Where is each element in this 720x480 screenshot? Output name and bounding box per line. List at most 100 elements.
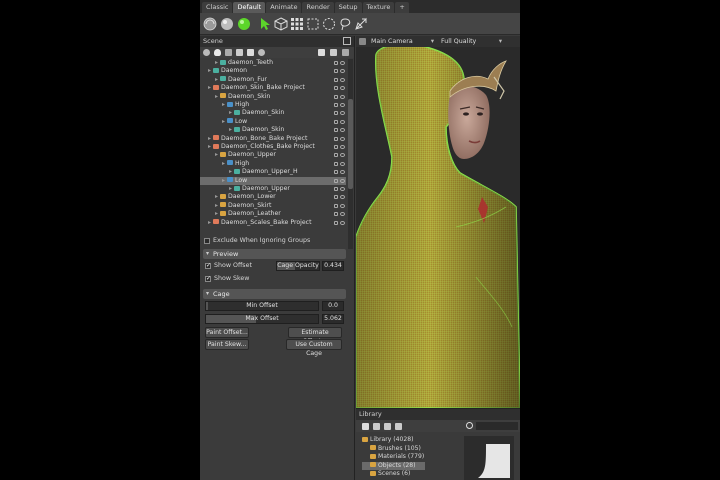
- tree-row[interactable]: ▸ Daemon_Upper: [200, 151, 346, 159]
- camera-icon[interactable]: [225, 49, 232, 56]
- library-item[interactable]: Scenes (6): [362, 470, 420, 478]
- max-offset-slider[interactable]: Max Offset: [205, 314, 319, 324]
- visibility-eye-icon[interactable]: [340, 111, 345, 116]
- lock-icon[interactable]: [334, 153, 338, 158]
- folder-icon[interactable]: [318, 49, 325, 56]
- exclude-ignoring-groups-checkbox[interactable]: [204, 238, 210, 244]
- home-icon[interactable]: [362, 423, 369, 430]
- cage-opacity-value[interactable]: 0.434: [322, 261, 344, 271]
- tree-row[interactable]: ▸ Daemon_Clothes_Bake Project: [200, 143, 346, 151]
- paint-offset-button[interactable]: Paint Offset...: [205, 327, 249, 338]
- show-skew-checkbox[interactable]: [205, 275, 211, 282]
- cage-section-header[interactable]: Cage: [203, 289, 346, 299]
- light-icon[interactable]: [214, 49, 221, 56]
- paint-skew-button[interactable]: Paint Skew...: [205, 339, 249, 350]
- visibility-eye-icon[interactable]: [340, 178, 345, 183]
- back-icon[interactable]: [373, 423, 380, 430]
- visibility-eye-icon[interactable]: [340, 94, 345, 99]
- group-icon[interactable]: [258, 49, 265, 56]
- library-item[interactable]: Brushes (105): [362, 445, 431, 453]
- use-custom-cage-button[interactable]: Use Custom Cage: [286, 339, 342, 357]
- visibility-eye-icon[interactable]: [340, 212, 345, 217]
- tab-setup[interactable]: Setup: [334, 2, 362, 13]
- lock-icon[interactable]: [334, 212, 338, 217]
- tree-row[interactable]: ▸ High: [200, 160, 346, 168]
- preview-section-header[interactable]: Preview: [203, 249, 346, 259]
- camera-dropdown[interactable]: Main Camera: [368, 37, 434, 46]
- object-icon[interactable]: [236, 49, 243, 56]
- library-thumbnail[interactable]: [464, 436, 514, 480]
- forward-icon[interactable]: [384, 423, 391, 430]
- tab-default[interactable]: Default: [233, 2, 266, 13]
- lock-icon[interactable]: [334, 94, 338, 99]
- material-icon[interactable]: [247, 49, 254, 56]
- visibility-eye-icon[interactable]: [340, 153, 345, 158]
- tree-row[interactable]: ▸ Daemon_Skin: [200, 109, 346, 117]
- lock-icon[interactable]: [334, 161, 338, 166]
- tree-row[interactable]: ▸ Daemon_Leather: [200, 210, 346, 218]
- lock-icon[interactable]: [334, 220, 338, 225]
- show-offset-checkbox[interactable]: [205, 262, 211, 269]
- tree-row[interactable]: ▸ Daemon: [200, 67, 346, 75]
- tree-row[interactable]: ▸ Daemon_Upper: [200, 185, 346, 193]
- tree-row[interactable]: ▸ Daemon_Skin: [200, 126, 346, 134]
- cube-icon[interactable]: [273, 16, 288, 31]
- settings-icon[interactable]: [203, 49, 210, 56]
- visibility-eye-icon[interactable]: [340, 86, 345, 91]
- freehand-icon[interactable]: [353, 16, 368, 31]
- lock-icon[interactable]: [334, 86, 338, 91]
- library-item[interactable]: Objects (28): [362, 461, 426, 470]
- tree-row[interactable]: ▸ Daemon_Skin_Bake Project: [200, 84, 346, 92]
- library-item[interactable]: Library (4028): [362, 436, 424, 444]
- scene-scrollbar[interactable]: [348, 59, 353, 249]
- delete-icon[interactable]: [342, 49, 349, 56]
- max-offset-value[interactable]: 5.062: [322, 314, 344, 324]
- lock-icon[interactable]: [334, 128, 338, 133]
- quality-dropdown[interactable]: Full Quality: [438, 37, 502, 46]
- camera-icon[interactable]: [359, 38, 366, 45]
- visibility-eye-icon[interactable]: [340, 128, 345, 133]
- tree-row[interactable]: ▸ Daemon_Fur: [200, 76, 346, 84]
- visibility-eye-icon[interactable]: [340, 161, 345, 166]
- new-icon[interactable]: [330, 49, 337, 56]
- lock-icon[interactable]: [334, 187, 338, 191]
- popout-icon[interactable]: [343, 37, 351, 45]
- visibility-eye-icon[interactable]: [340, 170, 345, 175]
- tree-row[interactable]: ▸ Daemon_Scales_Bake Project: [200, 219, 346, 227]
- tree-row[interactable]: ▸ High: [200, 101, 346, 109]
- lock-icon[interactable]: [334, 69, 338, 74]
- lock-icon[interactable]: [334, 203, 338, 208]
- visibility-eye-icon[interactable]: [340, 195, 345, 200]
- lock-icon[interactable]: [334, 119, 338, 124]
- viewport-canvas[interactable]: [356, 47, 520, 408]
- tree-row[interactable]: ▸ Daemon_Lower: [200, 193, 346, 201]
- min-offset-value[interactable]: 0.0: [322, 301, 344, 311]
- visibility-eye-icon[interactable]: [340, 61, 345, 65]
- visibility-eye-icon[interactable]: [340, 77, 345, 82]
- visibility-eye-icon[interactable]: [340, 203, 345, 208]
- visibility-eye-icon[interactable]: [340, 119, 345, 124]
- search-icon[interactable]: [466, 422, 473, 429]
- lock-icon[interactable]: [334, 178, 338, 183]
- lock-icon[interactable]: [334, 77, 338, 82]
- library-item[interactable]: Materials (779): [362, 453, 434, 461]
- lock-icon[interactable]: [334, 145, 338, 149]
- up-icon[interactable]: [395, 423, 402, 430]
- visibility-eye-icon[interactable]: [340, 145, 345, 149]
- tree-row[interactable]: ▸ Low: [200, 176, 346, 185]
- lock-icon[interactable]: [334, 195, 338, 200]
- tab-render[interactable]: Render: [302, 2, 334, 13]
- tab-texture[interactable]: Texture: [362, 2, 395, 13]
- select-rect-icon[interactable]: [305, 16, 320, 31]
- lock-icon[interactable]: [334, 136, 338, 141]
- sphere-icon[interactable]: [202, 16, 217, 31]
- visibility-eye-icon[interactable]: [340, 103, 345, 107]
- lock-icon[interactable]: [334, 170, 338, 175]
- lasso-icon[interactable]: [337, 16, 352, 31]
- lock-icon[interactable]: [334, 111, 338, 116]
- grid-icon[interactable]: [289, 16, 304, 31]
- tab-classic[interactable]: Classic: [202, 2, 233, 13]
- cage-opacity-slider[interactable]: Cage Opacity: [276, 261, 320, 271]
- select-circle-icon[interactable]: [321, 16, 336, 31]
- visibility-eye-icon[interactable]: [340, 69, 345, 74]
